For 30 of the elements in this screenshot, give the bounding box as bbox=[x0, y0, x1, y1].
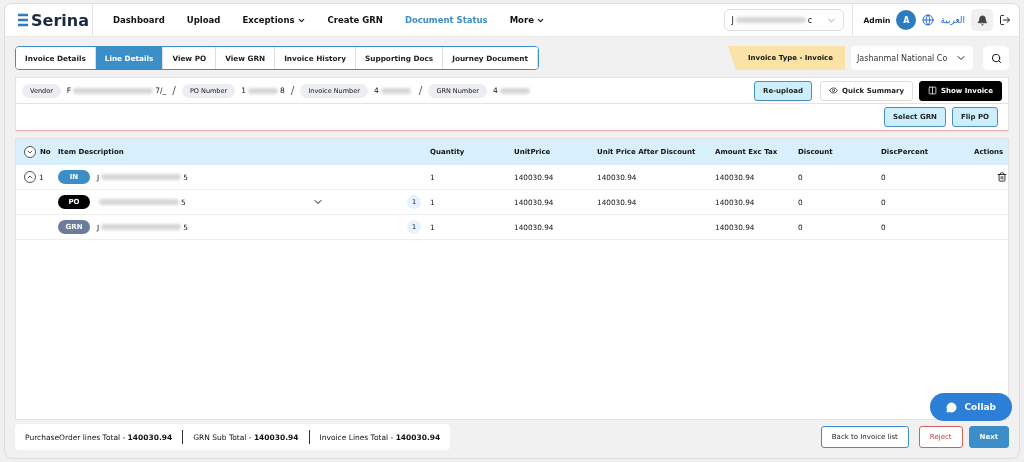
language-link[interactable]: العربية bbox=[940, 15, 965, 25]
row-toggle-button[interactable] bbox=[24, 171, 36, 183]
nav-link[interactable]: Exceptions bbox=[242, 15, 306, 25]
nav-link[interactable]: Document Status bbox=[404, 15, 488, 25]
globe-icon[interactable] bbox=[922, 14, 935, 26]
nav-link[interactable]: More bbox=[509, 15, 545, 25]
search-icon bbox=[990, 52, 1002, 64]
delete-icon[interactable] bbox=[997, 172, 1007, 182]
brand-name: Serina bbox=[31, 10, 89, 30]
search-button[interactable] bbox=[983, 46, 1009, 70]
nav-link[interactable]: Upload bbox=[186, 15, 221, 25]
user-avatar[interactable]: A bbox=[896, 10, 917, 30]
collapse-all-button[interactable] bbox=[24, 146, 36, 158]
separator-text: / bbox=[290, 84, 295, 97]
nav-link[interactable]: Dashboard bbox=[113, 15, 165, 25]
columns-icon bbox=[928, 86, 937, 95]
chevron-up-icon bbox=[26, 173, 34, 181]
entity-select[interactable]: J c bbox=[724, 9, 845, 31]
separator-text: / bbox=[418, 84, 423, 97]
notifications-button[interactable] bbox=[971, 9, 993, 31]
company-select[interactable]: Jashanmal National Co bbox=[851, 46, 973, 70]
eye-icon bbox=[829, 86, 839, 95]
bell-icon bbox=[976, 14, 988, 26]
chevron-down-icon bbox=[26, 148, 34, 156]
collab-button[interactable]: Collab bbox=[929, 393, 1012, 421]
separator-text: / bbox=[172, 84, 176, 97]
chat-icon bbox=[945, 401, 957, 413]
logout-icon[interactable] bbox=[999, 14, 1011, 26]
logo-icon bbox=[17, 13, 29, 27]
nav-link[interactable]: Create GRN bbox=[327, 15, 383, 25]
